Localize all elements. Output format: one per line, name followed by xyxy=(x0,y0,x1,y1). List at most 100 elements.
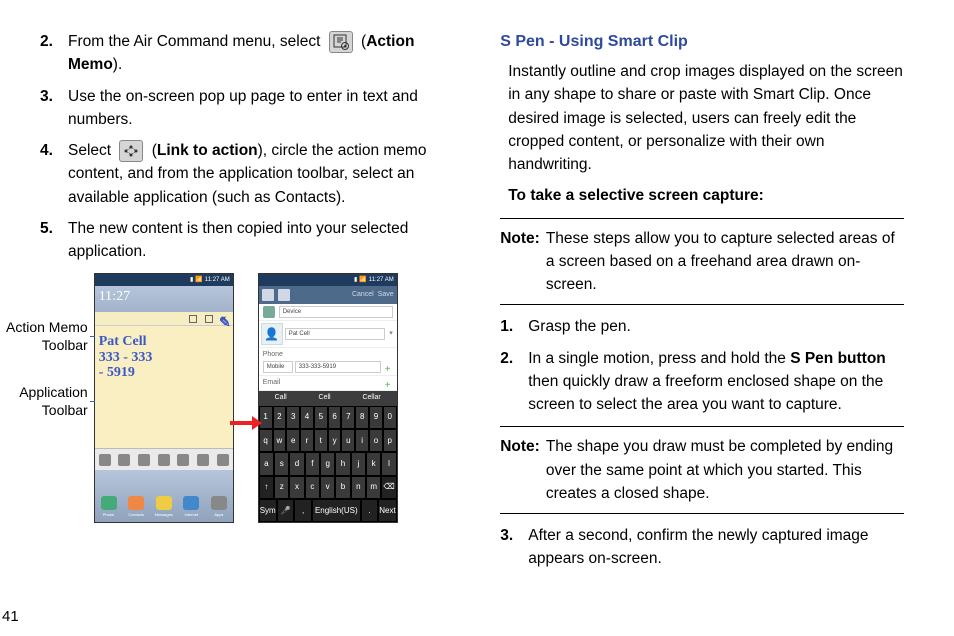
apps-icon xyxy=(211,496,227,510)
dock: Phone Contacts Messages Internet Apps xyxy=(95,470,233,522)
section-heading: S Pen - Using Smart Clip xyxy=(500,30,904,54)
step-num: 3. xyxy=(500,524,528,571)
key: l xyxy=(381,452,396,475)
key: m xyxy=(366,476,381,499)
step-2: 2. In a single motion, press and hold th… xyxy=(500,347,904,417)
application-toolbar xyxy=(95,448,233,470)
key: n xyxy=(351,476,366,499)
key: 7 xyxy=(341,406,355,429)
device-row: Device xyxy=(259,304,397,321)
add-icon: + xyxy=(383,362,393,372)
step-2: 2. From the Air Command menu, select (Ac… xyxy=(40,30,460,77)
dock-messages: Messages xyxy=(156,496,172,518)
kb-row-2: qwertyuiop xyxy=(259,429,397,452)
app-icon xyxy=(138,454,150,466)
app-icon xyxy=(197,454,209,466)
phone-screenshot-2: ▮📶11:27 AM CancelSave Device 👤 Pat Cell … xyxy=(258,273,398,523)
step-3: 3. After a second, confirm the newly cap… xyxy=(500,524,904,571)
key: . xyxy=(361,499,379,522)
step-text: After a second, confirm the newly captur… xyxy=(528,524,904,571)
key: g xyxy=(320,452,335,475)
step-4: 4. Select (Link to action), circle the a… xyxy=(40,139,460,209)
phone-value: 333-333-5919 xyxy=(295,361,381,373)
key: ⌫ xyxy=(381,476,396,499)
key: w xyxy=(273,429,287,452)
step-num: 2. xyxy=(500,347,528,417)
status-bar: ▮📶11:27 AM xyxy=(259,274,397,286)
dock-contacts: Contacts xyxy=(128,496,144,518)
add-icon: + xyxy=(383,378,393,388)
key: s xyxy=(274,452,289,475)
figure-labels: Action Memo Toolbar Application Toolbar xyxy=(6,273,94,523)
step-text: Use the on-screen pop up page to enter i… xyxy=(68,85,460,132)
step-num: 4. xyxy=(40,139,68,209)
action-memo-toolbar: ✕ xyxy=(95,312,233,326)
right-steps-list: 1. Grasp the pen. 2. In a single motion,… xyxy=(500,315,904,416)
note-text: These steps allow you to capture selecte… xyxy=(546,227,904,297)
key: a xyxy=(259,452,274,475)
key: j xyxy=(351,452,366,475)
key: v xyxy=(320,476,335,499)
device-icon xyxy=(263,306,275,318)
step-1: 1. Grasp the pen. xyxy=(500,315,904,338)
step-5: 5. The new content is then copied into y… xyxy=(40,217,460,264)
toolbar-item-icon xyxy=(189,315,197,323)
key: b xyxy=(335,476,350,499)
key: d xyxy=(289,452,304,475)
status-bar: ▮📶11:27 AM xyxy=(95,274,233,286)
dock-apps: Apps xyxy=(211,496,227,518)
key: u xyxy=(341,429,355,452)
step-text: Select (Link to action), circle the acti… xyxy=(68,139,460,209)
chevron-icon: ▾ xyxy=(389,329,393,340)
key: Next xyxy=(378,499,396,522)
left-steps-list: 2. From the Air Command menu, select (Ac… xyxy=(40,30,460,263)
phone-type: Mobile xyxy=(263,361,293,373)
step-num: 3. xyxy=(40,85,68,132)
step-text: From the Air Command menu, select (Actio… xyxy=(68,30,460,77)
key: 6 xyxy=(328,406,342,429)
key: k xyxy=(366,452,381,475)
key: z xyxy=(274,476,289,499)
action-memo-toolbar-label: Action Memo Toolbar xyxy=(6,318,88,354)
dock-phone: Phone xyxy=(101,496,117,518)
key: English(US) xyxy=(312,499,361,522)
messages-icon xyxy=(156,496,172,510)
internet-icon xyxy=(183,496,199,510)
link-to-action-icon xyxy=(119,140,143,162)
key: t xyxy=(314,429,328,452)
step-text: The new content is then copied into your… xyxy=(68,217,460,264)
kb-row-1: 1234567890 xyxy=(259,406,397,429)
page-number: 41 xyxy=(2,606,19,629)
note-text: The shape you draw must be completed by … xyxy=(546,435,904,505)
step-num: 2. xyxy=(40,30,68,77)
app-icon xyxy=(177,454,189,466)
note-2: Note: The shape you draw must be complet… xyxy=(500,426,904,514)
note-1: Note: These steps allow you to capture s… xyxy=(500,218,904,306)
phone-icon xyxy=(101,496,117,510)
kb-row-5: Sym🎤,English(US).Next xyxy=(259,499,397,522)
app-icon xyxy=(217,454,229,466)
arrow-icon xyxy=(230,418,262,428)
note-label: Note: xyxy=(500,435,540,505)
intro-paragraph: Instantly outline and crop images displa… xyxy=(500,60,904,176)
key: r xyxy=(300,429,314,452)
avatar-icon: 👤 xyxy=(261,323,283,345)
key: y xyxy=(328,429,342,452)
kb-row-4: ↑zxcvbnm⌫ xyxy=(259,476,397,499)
contact-header: CancelSave xyxy=(259,286,397,304)
step-3: 3. Use the on-screen pop up page to ente… xyxy=(40,85,460,132)
pencil-icon: ✎ xyxy=(219,316,231,331)
phone-screenshot-1: ▮📶11:27 AM 11:27 ✕ ✎ Pat Cell 333 - 333 … xyxy=(94,273,234,523)
note-label: Note: xyxy=(500,227,540,297)
key: i xyxy=(355,429,369,452)
key: f xyxy=(305,452,320,475)
key: p xyxy=(383,429,397,452)
key: 3 xyxy=(286,406,300,429)
memo-note: ✎ Pat Cell 333 - 333 - 5919 xyxy=(95,326,233,448)
contacts-icon xyxy=(128,496,144,510)
step-num: 1. xyxy=(500,315,528,338)
save-button: Save xyxy=(378,290,394,301)
right-steps-list-cont: 3. After a second, confirm the newly cap… xyxy=(500,524,904,571)
dock-internet: Internet xyxy=(183,496,199,518)
key: x xyxy=(289,476,304,499)
